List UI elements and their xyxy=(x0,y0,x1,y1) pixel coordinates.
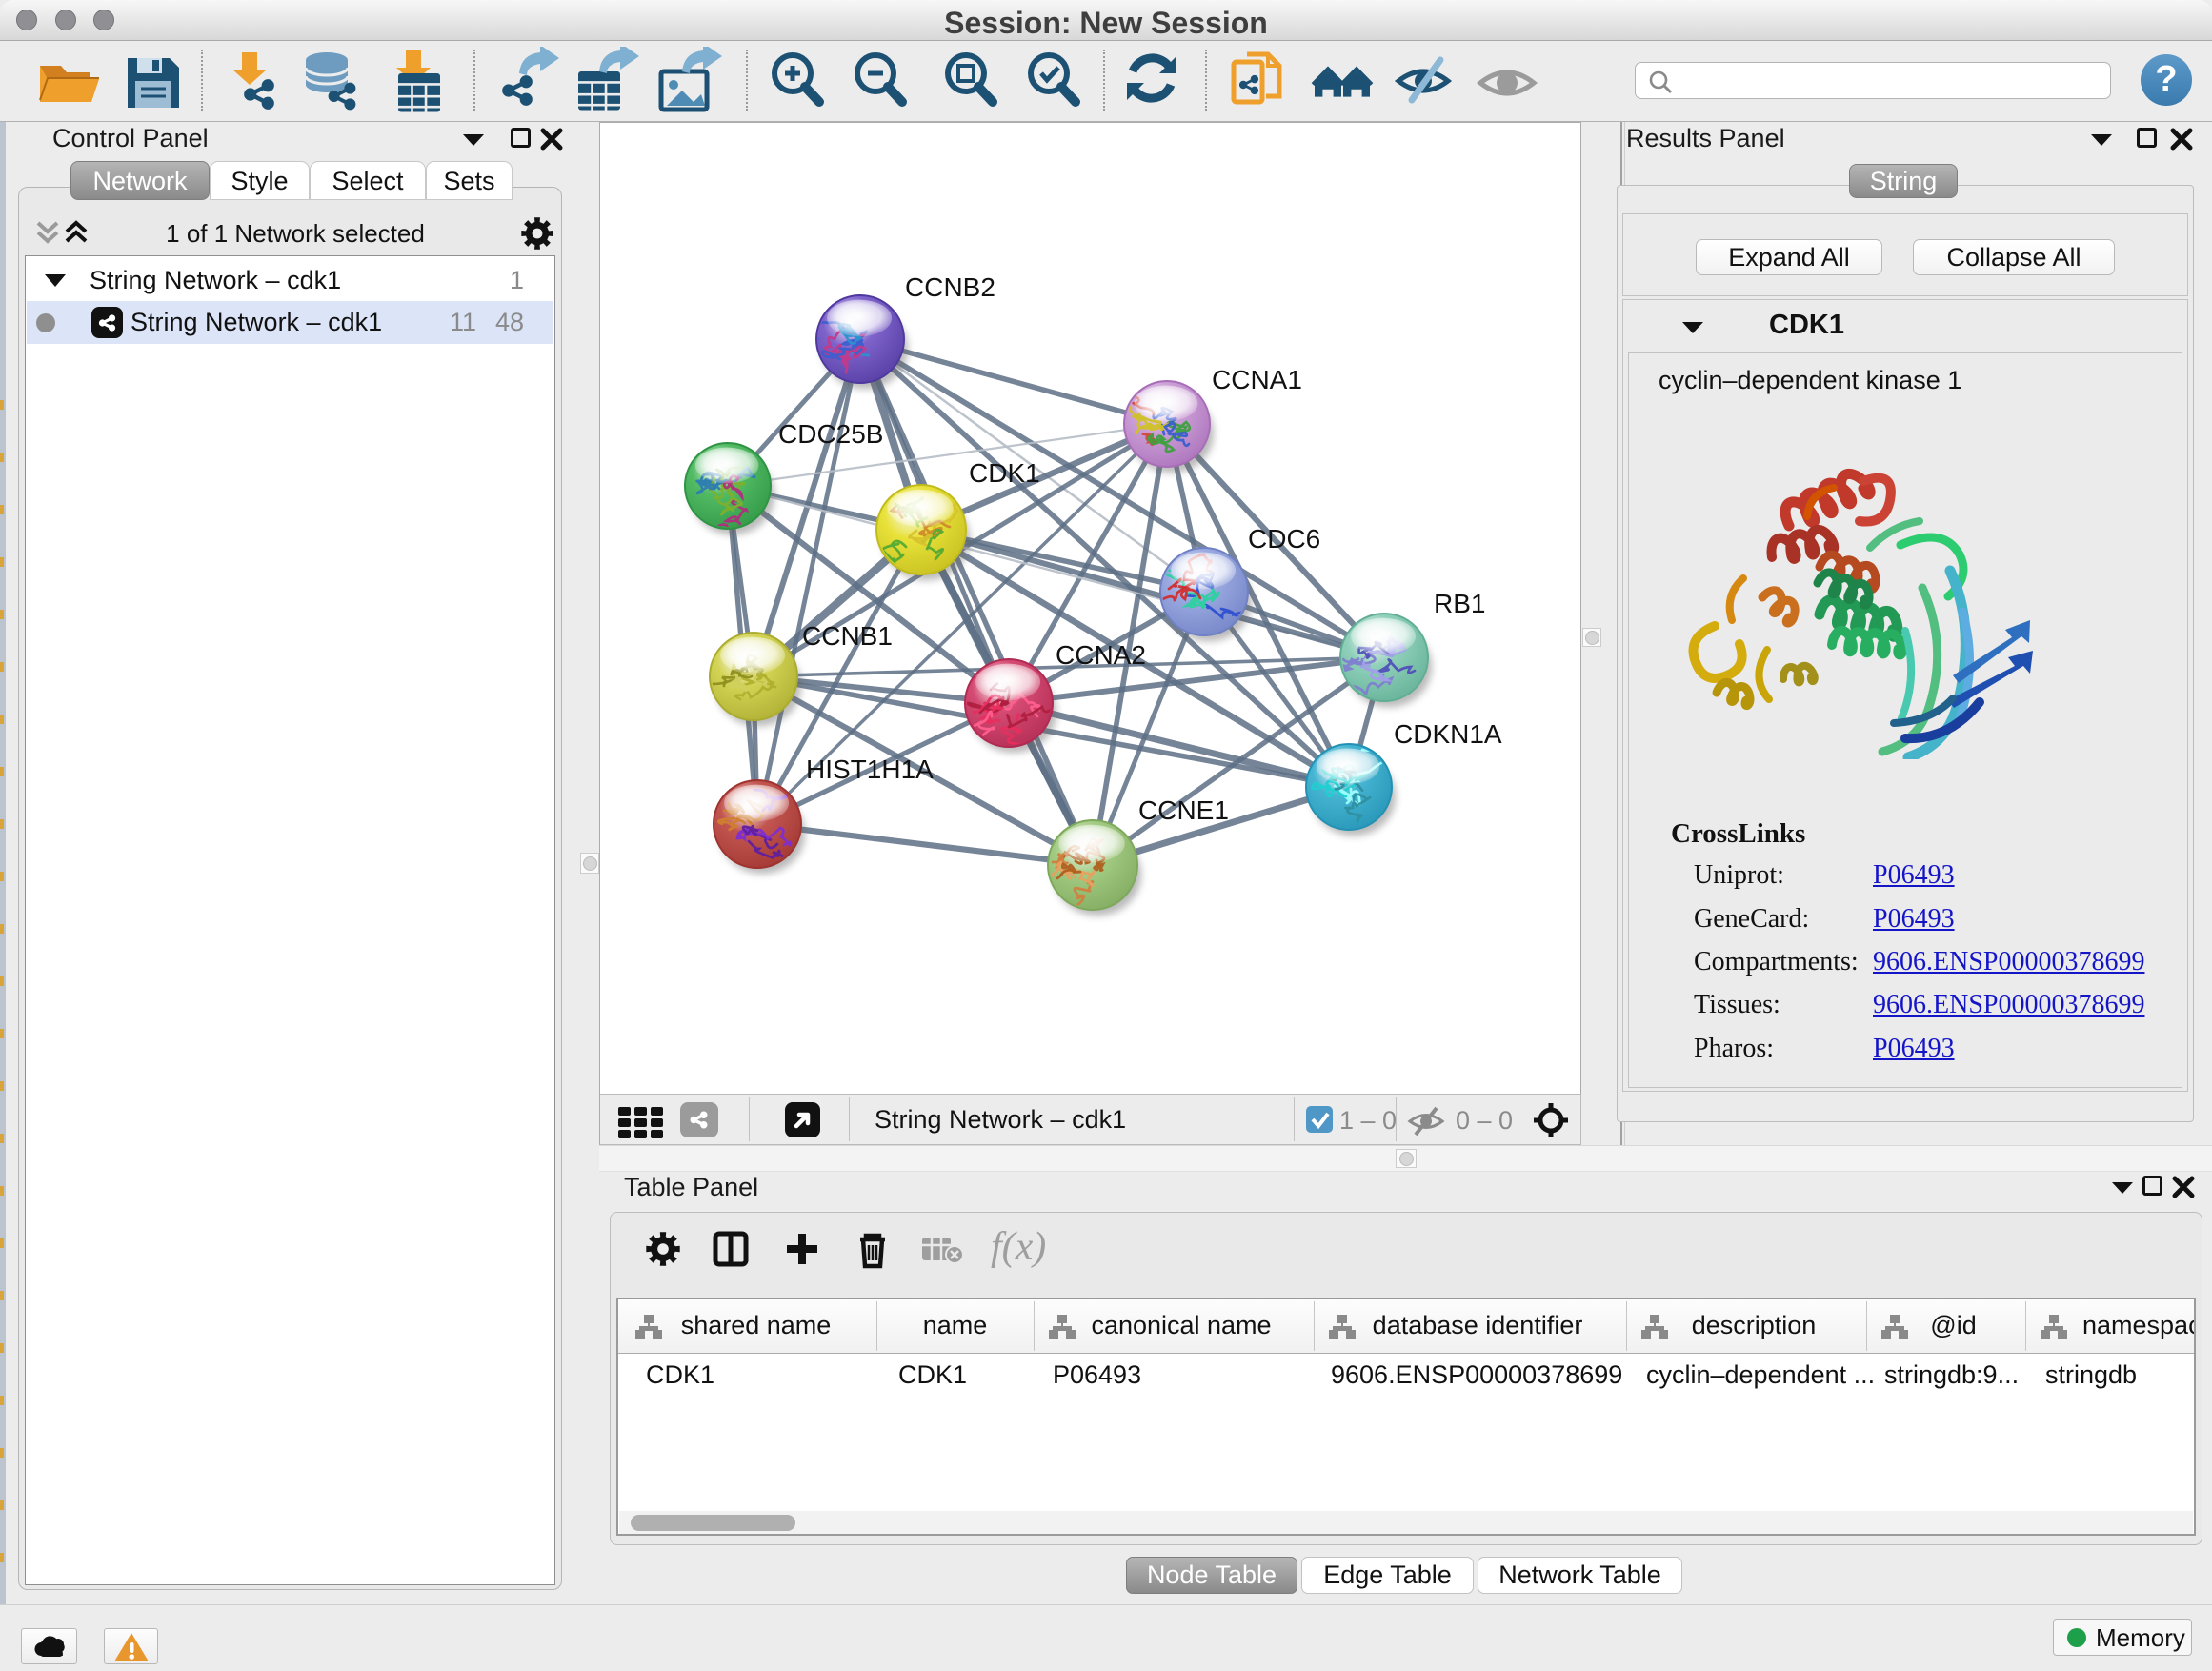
svg-text:CCNA1: CCNA1 xyxy=(1212,365,1302,394)
svg-text:CCNA2: CCNA2 xyxy=(1056,640,1146,670)
svg-text:RB1: RB1 xyxy=(1434,589,1485,618)
svg-text:CDK1: CDK1 xyxy=(969,458,1040,488)
svg-text:CCNE1: CCNE1 xyxy=(1138,795,1229,825)
svg-text:CDKN1A: CDKN1A xyxy=(1394,719,1502,749)
svg-text:CDC6: CDC6 xyxy=(1248,524,1320,554)
svg-text:HIST1H1A: HIST1H1A xyxy=(806,755,934,784)
svg-text:CCNB1: CCNB1 xyxy=(802,621,893,651)
svg-text:CDC25B: CDC25B xyxy=(778,419,883,449)
svg-text:CCNB2: CCNB2 xyxy=(905,272,995,302)
